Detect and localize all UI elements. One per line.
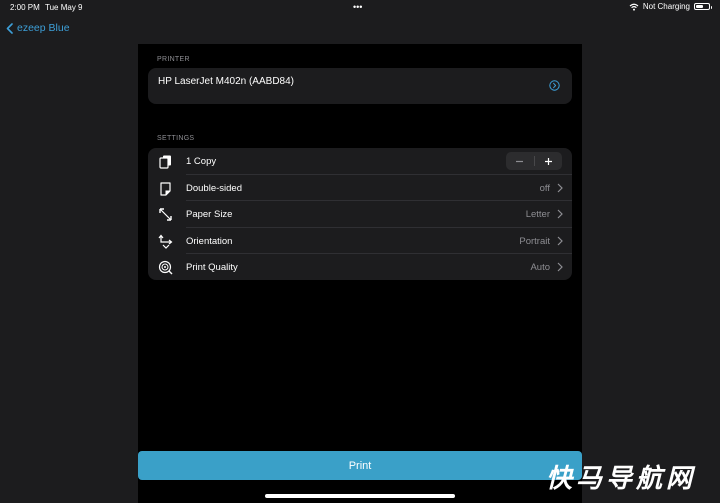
printer-selector[interactable]: HP LaserJet M402n (AABD84) (148, 68, 572, 104)
battery-level (696, 5, 704, 8)
copies-stepper[interactable] (506, 152, 562, 170)
navigation-bar: ezeep Blue (0, 14, 720, 44)
double-sided-value: off (539, 182, 550, 194)
settings-row-double-sided[interactable]: Double-sided off (148, 175, 572, 201)
print-options-sheet: PRINTER HP LaserJet M402n (AABD84) SETTI… (138, 44, 582, 503)
printer-name: HP LaserJet M402n (AABD84) (158, 76, 294, 87)
decrement-button[interactable] (506, 152, 534, 170)
back-button-label: ezeep Blue (17, 22, 70, 34)
paper-size-label: Paper Size (186, 209, 233, 220)
watermark-logo: 快马导航网 (545, 464, 696, 494)
settings-row-print-quality[interactable]: Print Quality Auto (148, 254, 572, 281)
print-quality-value: Auto (530, 262, 550, 273)
left-background-panel (0, 44, 138, 503)
settings-row-paper-size[interactable]: Paper Size Letter (148, 201, 572, 228)
battery-status-text: Not Charging (642, 2, 690, 11)
status-bar: 2:00 PM Tue May 9 ••• Not Charging (0, 0, 720, 14)
chevron-right-icon (557, 262, 563, 272)
increment-button[interactable] (535, 152, 563, 170)
paper-size-icon (159, 208, 172, 221)
print-quality-icon (158, 260, 173, 275)
right-background-panel (582, 44, 720, 503)
print-button-label: Print (348, 459, 372, 472)
status-indicators: Not Charging (629, 2, 712, 11)
orientation-icon (158, 234, 173, 249)
printer-section-header: PRINTER (157, 56, 190, 63)
settings-list: 1 Copy Double-sided off Paper Size Lette… (148, 148, 572, 280)
minus-icon (516, 160, 524, 162)
double-sided-icon (160, 181, 171, 196)
status-time: 2:00 PM (10, 3, 40, 12)
chevron-circle-icon[interactable] (549, 80, 560, 91)
orientation-label: Orientation (186, 235, 233, 247)
chevron-right-icon (557, 183, 563, 192)
battery-icon (694, 3, 712, 10)
chevron-left-icon (6, 22, 13, 34)
orientation-value: Portrait (519, 235, 550, 247)
copies-icon (159, 155, 171, 169)
chevron-right-icon (557, 236, 563, 245)
print-quality-label: Print Quality (186, 262, 238, 273)
paper-size-value: Letter (525, 209, 550, 220)
home-indicator[interactable] (265, 494, 455, 498)
wifi-icon (629, 3, 639, 11)
chevron-right-icon (557, 209, 563, 219)
status-date: Tue May 9 (45, 3, 83, 12)
settings-section-header: SETTINGS (157, 135, 195, 142)
plus-icon (544, 157, 552, 165)
settings-row-orientation[interactable]: Orientation Portrait (148, 228, 572, 254)
copies-label: 1 Copy (186, 156, 217, 167)
settings-row-copies: 1 Copy (148, 148, 572, 175)
multitask-dots-icon[interactable]: ••• (353, 2, 362, 12)
double-sided-label: Double-sided (186, 182, 242, 194)
print-button[interactable]: Print (138, 451, 582, 480)
back-button[interactable]: ezeep Blue (6, 22, 70, 34)
